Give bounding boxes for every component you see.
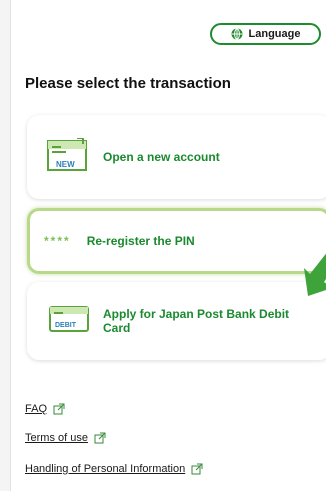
- reregister-pin-label: Re-register the PIN: [86, 234, 195, 248]
- pin-mask: ****: [44, 234, 71, 248]
- handling-row: Handling of Personal Information: [25, 463, 203, 475]
- page-title: Please select the transaction: [25, 75, 231, 92]
- language-button[interactable]: Language: [210, 23, 321, 45]
- external-link-icon: [53, 403, 65, 415]
- svg-text:NEW: NEW: [56, 160, 75, 169]
- screen: Language Please select the transaction N…: [10, 0, 326, 491]
- language-label: Language: [248, 28, 301, 40]
- svg-text:DEBIT: DEBIT: [55, 322, 77, 329]
- debit-card-icon: DEBIT: [49, 305, 89, 337]
- terms-row: Terms of use: [25, 432, 106, 444]
- open-account-card[interactable]: NEW Open a new account: [27, 115, 326, 199]
- faq-row: FAQ: [25, 403, 65, 415]
- debit-card-label: Apply for Japan Post Bank Debit Card: [103, 307, 290, 335]
- debit-card-card[interactable]: DEBIT Apply for Japan Post Bank Debit Ca…: [27, 282, 326, 360]
- open-account-label: Open a new account: [103, 150, 220, 164]
- faq-link[interactable]: FAQ: [25, 403, 47, 415]
- external-link-icon: [94, 432, 106, 444]
- reregister-pin-card[interactable]: **** Re-register the PIN: [27, 208, 326, 274]
- pointer-arrow-icon: [302, 248, 326, 309]
- external-link-icon: [191, 463, 203, 475]
- globe-icon: [231, 28, 243, 40]
- handling-personal-info-link[interactable]: Handling of Personal Information: [25, 463, 185, 475]
- new-account-icon: NEW: [47, 136, 89, 177]
- terms-link[interactable]: Terms of use: [25, 432, 88, 444]
